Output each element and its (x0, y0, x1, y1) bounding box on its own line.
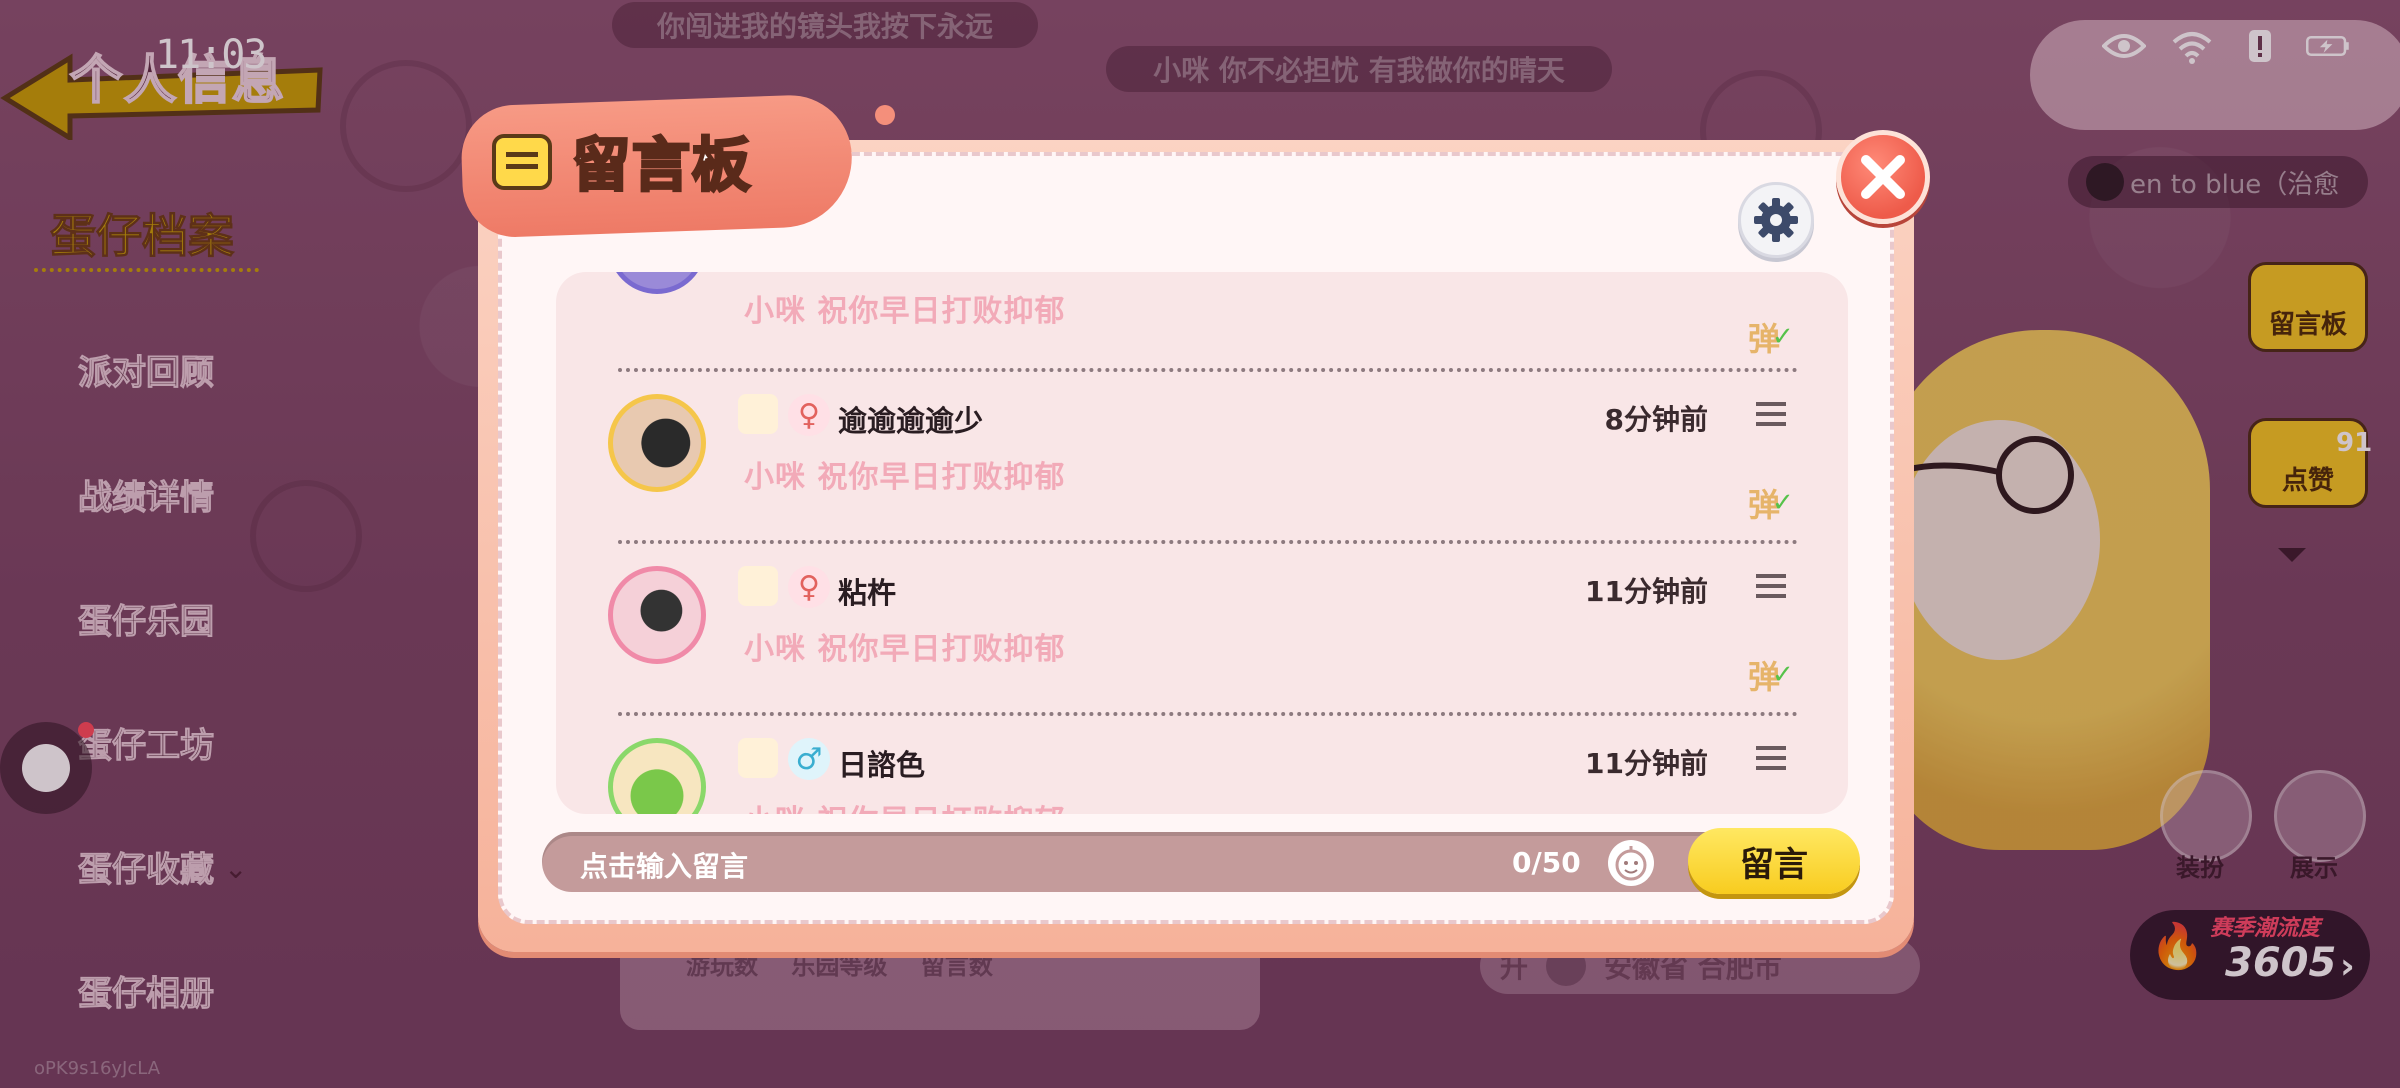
user-avatar[interactable] (608, 272, 706, 294)
more-menu-icon[interactable] (1756, 574, 1786, 598)
more-menu-icon[interactable] (1756, 746, 1786, 770)
message-time: 11分钟前 (1585, 575, 1708, 608)
user-name[interactable]: 粘杵 (838, 570, 896, 612)
female-icon: ♀ (788, 566, 830, 608)
message-board-icon (492, 134, 552, 190)
rank-badge-icon (738, 738, 778, 778)
character-count: 0/50 (1512, 846, 1581, 879)
input-placeholder[interactable]: 点击输入留言 (580, 845, 748, 885)
post-message-button[interactable]: 留言 (1688, 828, 1860, 894)
message-text: 小咪 祝你早日打败抑郁 (744, 796, 1065, 814)
user-name[interactable]: 逾逾逾逾少 (838, 398, 983, 440)
message-item: ♀ 粘杵 11分钟前 小咪 祝你早日打败抑郁 弹 ✓ (556, 544, 1848, 716)
user-name[interactable]: 日諮色 (838, 742, 925, 784)
modal-title: 留言板 (570, 130, 753, 201)
message-item: ♂ 日諮色 11分钟前 小咪 祝你早日打败抑郁 (556, 716, 1848, 814)
user-avatar[interactable] (608, 394, 706, 492)
message-text: 小咪 祝你早日打败抑郁 (744, 632, 1066, 667)
title-tab-dot (875, 105, 895, 125)
gear-icon (1754, 198, 1798, 242)
danmaku-toggle[interactable]: 弹 ✓ (1748, 652, 1794, 698)
message-list[interactable]: 小咪 祝你早日打败抑郁 弹 ✓ ♀ 逾逾逾逾少 8分钟前 小咪 祝你早日打败抑郁 … (556, 272, 1848, 814)
male-icon: ♂ (788, 738, 830, 780)
settings-button[interactable] (1738, 182, 1814, 258)
check-icon: ✓ (1772, 322, 1794, 352)
user-avatar[interactable] (608, 566, 706, 664)
check-icon: ✓ (1772, 660, 1794, 690)
close-icon (1861, 155, 1905, 199)
message-time: 11分钟前 (1585, 747, 1708, 780)
message-text: 小咪 祝你早日打败抑郁 (744, 460, 1066, 495)
danmaku-toggle[interactable]: 弹 ✓ (1748, 314, 1794, 360)
message-time: 8分钟前 (1604, 403, 1708, 436)
female-icon: ♀ (788, 394, 830, 436)
message-item: 小咪 祝你早日打败抑郁 弹 ✓ (556, 272, 1848, 358)
emoji-icon (1615, 846, 1647, 881)
message-text: 小咪 祝你早日打败抑郁 (744, 294, 1066, 329)
check-icon: ✓ (1772, 488, 1794, 518)
danmaku-toggle[interactable]: 弹 ✓ (1748, 480, 1794, 526)
rank-badge-icon (738, 566, 778, 606)
close-button[interactable] (1836, 130, 1930, 224)
user-avatar[interactable] (608, 738, 706, 814)
more-menu-icon[interactable] (1756, 402, 1786, 426)
message-item: ♀ 逾逾逾逾少 8分钟前 小咪 祝你早日打败抑郁 弹 ✓ (556, 372, 1848, 544)
rank-badge-icon (738, 394, 778, 434)
emoji-button[interactable] (1608, 840, 1654, 886)
